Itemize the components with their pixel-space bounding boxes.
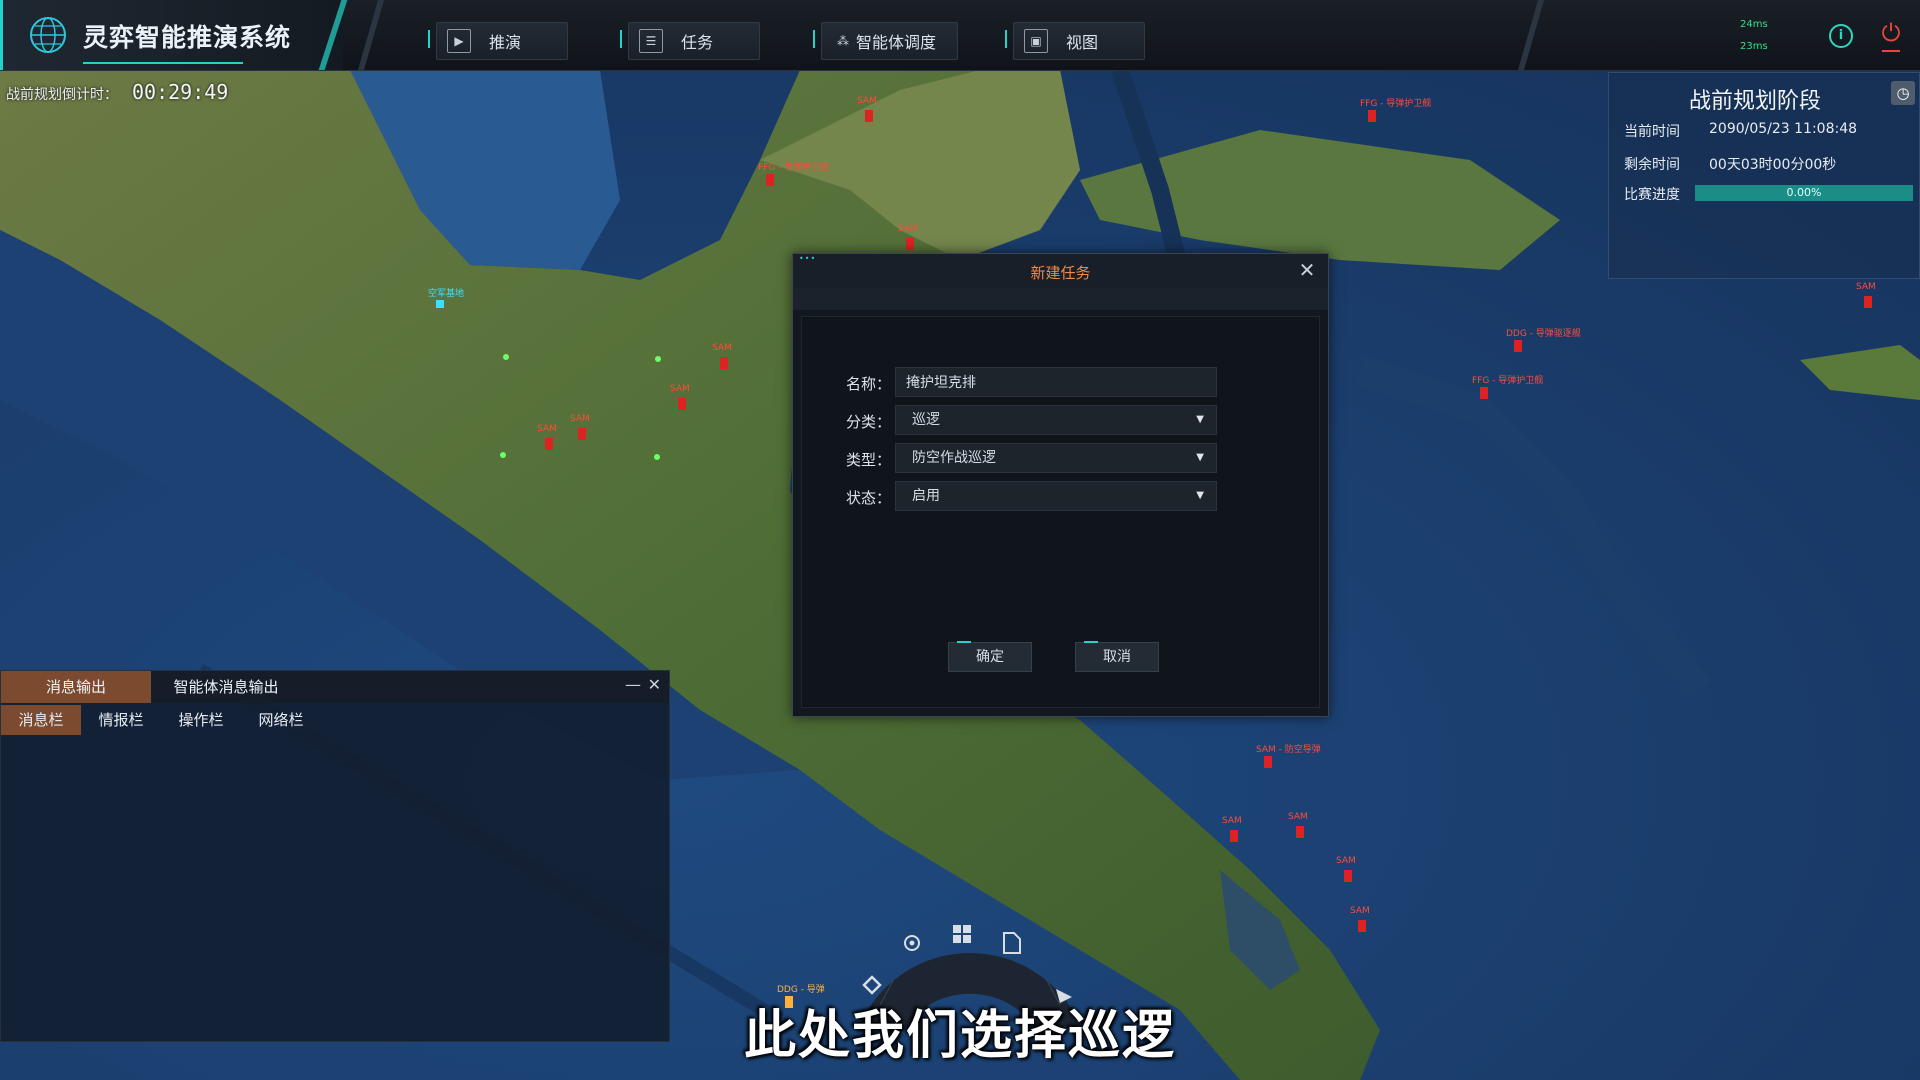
- top-bar: 灵弈智能推演系统 ▶ 推演 ☰ 任务 ⁂ 智能体调度 ▣ 视图 24ms 23m…: [0, 0, 1920, 71]
- clock-icon[interactable]: ◷: [1891, 81, 1915, 105]
- nav-agent-schedule-button[interactable]: ⁂ 智能体调度: [821, 22, 958, 60]
- nav-label: 视图: [1066, 33, 1099, 52]
- tab-message-output[interactable]: 消息输出: [1, 671, 151, 703]
- nav-tick: [813, 30, 815, 48]
- phase-panel: 战前规划阶段 ◷ 当前时间 2090/05/23 11:08:48 剩余时间 0…: [1608, 72, 1920, 279]
- subtab-messages[interactable]: 消息栏: [1, 705, 81, 735]
- match-progress-bar: 0.00%: [1695, 185, 1913, 201]
- dialog-close-icon[interactable]: ✕: [1296, 259, 1318, 281]
- subtab-intel[interactable]: 情报栏: [81, 705, 161, 735]
- locate-icon[interactable]: [904, 935, 920, 951]
- state-select[interactable]: 启用 ▼: [895, 481, 1217, 511]
- nav-deduction-button[interactable]: ▶ 推演: [436, 22, 568, 60]
- deduction-icon: ▶: [447, 29, 471, 53]
- progress-row: 比赛进度: [1624, 184, 1680, 204]
- app-logo-icon: [30, 17, 66, 53]
- nav-label: 智能体调度: [856, 33, 937, 52]
- dialog-title: 新建任务: [1030, 264, 1091, 282]
- confirm-button[interactable]: 确定: [948, 641, 1032, 672]
- type-label: 类型：: [846, 451, 892, 469]
- current-time-label: 当前时间: [1624, 124, 1680, 140]
- name-label: 名称：: [846, 375, 892, 393]
- message-tabs: 消息输出 智能体消息输出 — ✕: [1, 671, 669, 703]
- countdown-value: 00:29:49: [132, 80, 229, 104]
- tab-agent-message-output[interactable]: 智能体消息输出: [151, 671, 301, 703]
- logo-area: 灵弈智能推演系统: [0, 0, 343, 70]
- dialog-body: 名称： 分类： 巡逻 ▼ 类型： 防空作战巡逻 ▼ 状态： 启用 ▼ 确定 取消: [801, 316, 1320, 708]
- nav-label: 任务: [681, 33, 714, 52]
- header-divider: [357, 0, 385, 70]
- latency-bottom: 23ms: [1740, 41, 1768, 52]
- chevron-down-icon: ▼: [1196, 414, 1204, 425]
- nav-tick: [428, 30, 430, 48]
- match-progress-text: 0.00%: [1786, 186, 1822, 199]
- latency-top: 24ms: [1740, 19, 1768, 30]
- network-latency: 24ms 23ms: [1740, 14, 1768, 58]
- minimize-icon[interactable]: —: [625, 675, 641, 694]
- grid-icon[interactable]: [953, 925, 971, 943]
- category-label: 分类：: [846, 413, 892, 431]
- current-time-value: 2090/05/23 11:08:48: [1709, 121, 1858, 137]
- category-select[interactable]: 巡逻 ▼: [895, 405, 1217, 435]
- dialog-toolbar-band: [793, 288, 1328, 310]
- nav-view-button[interactable]: ▣ 视图: [1013, 22, 1145, 60]
- phase-title: 战前规划阶段: [1689, 89, 1822, 114]
- cancel-button[interactable]: 取消: [1075, 641, 1159, 672]
- message-panel: 消息输出 智能体消息输出 — ✕ 消息栏 情报栏 操作栏 网络栏: [0, 670, 670, 1042]
- message-subtabs: 消息栏 情报栏 操作栏 网络栏: [1, 705, 669, 735]
- power-icon[interactable]: ⏻: [1878, 20, 1904, 52]
- state-label: 状态：: [846, 489, 892, 507]
- document-icon[interactable]: [1003, 932, 1021, 954]
- nav-tick: [1005, 30, 1007, 48]
- countdown-label: 战前规划倒计时：: [6, 87, 118, 103]
- category-selected-value: 巡逻: [912, 412, 940, 428]
- nav-label: 推演: [489, 33, 522, 52]
- chevron-down-icon: ▼: [1196, 490, 1204, 501]
- video-subtitle: 此处我们选择巡逻: [743, 1006, 1176, 1066]
- current-time-row: 当前时间 2090/05/23 11:08:48: [1624, 121, 1857, 141]
- close-icon[interactable]: ✕: [648, 675, 661, 694]
- name-input[interactable]: [895, 367, 1217, 397]
- remaining-time-row: 剩余时间 00天03时00分00秒: [1624, 154, 1836, 174]
- subtab-operations[interactable]: 操作栏: [161, 705, 241, 735]
- task-icon: ☰: [639, 29, 663, 53]
- view-icon: ▣: [1024, 29, 1048, 53]
- type-select[interactable]: 防空作战巡逻 ▼: [895, 443, 1217, 473]
- header-divider: [1517, 0, 1545, 70]
- nav-tick: [620, 30, 622, 48]
- info-icon[interactable]: i: [1829, 24, 1853, 48]
- move-icon[interactable]: [862, 975, 882, 995]
- title-underline: [83, 62, 243, 64]
- progress-label: 比赛进度: [1624, 187, 1680, 203]
- dialog-header[interactable]: ••• 新建任务 ✕: [793, 254, 1328, 289]
- state-selected-value: 启用: [912, 488, 940, 504]
- chevron-down-icon: ▼: [1196, 452, 1204, 463]
- nav-task-button[interactable]: ☰ 任务: [628, 22, 760, 60]
- remaining-time-label: 剩余时间: [1624, 157, 1680, 173]
- type-selected-value: 防空作战巡逻: [912, 450, 996, 466]
- agent-schedule-icon: ⁂: [837, 34, 849, 48]
- remaining-time-value: 00天03时00分00秒: [1709, 157, 1837, 173]
- app-title: 灵弈智能推演系统: [83, 23, 292, 52]
- subtab-network[interactable]: 网络栏: [241, 705, 321, 735]
- new-task-dialog: ••• 新建任务 ✕ 名称： 分类： 巡逻 ▼ 类型： 防空作战巡逻 ▼ 状态：…: [792, 253, 1329, 717]
